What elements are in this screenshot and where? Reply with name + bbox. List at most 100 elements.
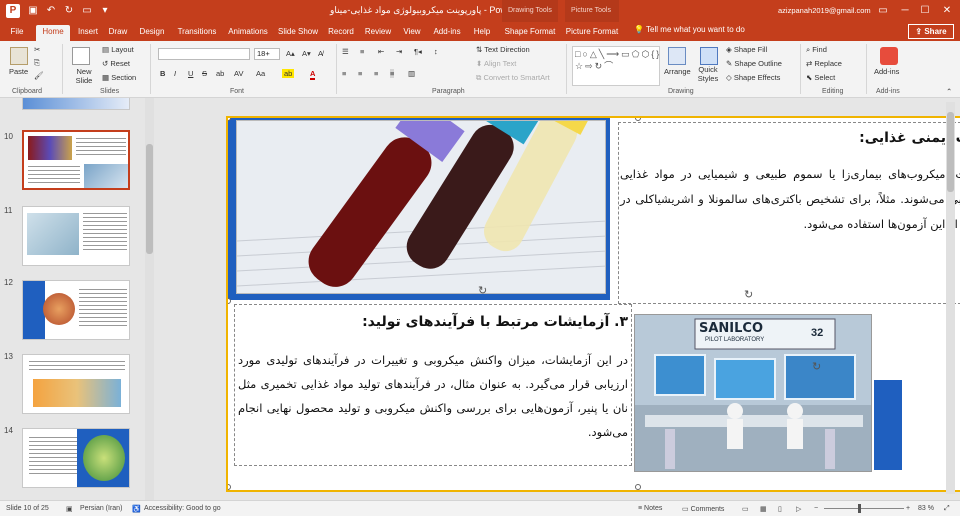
tab-insert[interactable]: Insert bbox=[74, 25, 102, 41]
arrange-icon[interactable] bbox=[668, 47, 686, 65]
customize-toolbar-icon[interactable]: ▾ bbox=[98, 4, 112, 18]
tab-animations[interactable]: Animations bbox=[226, 25, 270, 41]
normal-view-icon[interactable]: ▭ bbox=[742, 505, 749, 513]
scroll-thumb[interactable] bbox=[947, 112, 954, 192]
tab-draw[interactable]: Draw bbox=[106, 25, 130, 41]
tab-review[interactable]: Review bbox=[362, 25, 394, 41]
tab-add-ins[interactable]: Add-ins bbox=[430, 25, 464, 41]
align-center-icon[interactable]: ≡ bbox=[358, 69, 362, 78]
shapes-gallery[interactable]: □○△╲⟶▭⬠⬡{}☆⇨↻⌒ bbox=[572, 46, 660, 86]
rotate-handle-icon[interactable]: ↻ bbox=[478, 284, 487, 297]
language-indicator[interactable]: Persian (Iran) bbox=[80, 505, 122, 512]
highlight-icon[interactable]: ab bbox=[282, 69, 295, 78]
slide-thumbnail-13[interactable] bbox=[22, 354, 130, 414]
resize-handle[interactable] bbox=[228, 298, 231, 304]
decrease-font-icon[interactable]: A▾ bbox=[302, 49, 311, 58]
clear-formatting-icon[interactable]: A̸ bbox=[318, 49, 323, 58]
bullets-icon[interactable]: ☰ bbox=[342, 47, 349, 56]
align-right-icon[interactable]: ≡ bbox=[374, 69, 378, 78]
shape-fill-button[interactable]: ◈ Shape Fill bbox=[726, 45, 767, 54]
italic-button[interactable]: I bbox=[174, 69, 176, 78]
paste-button[interactable]: Paste bbox=[9, 67, 28, 76]
font-color-button[interactable]: A bbox=[310, 69, 316, 80]
slide[interactable]: ۲. آزمایشات ایمنی غذایی: در این آزمایشات… bbox=[226, 116, 960, 492]
line-spacing-icon[interactable]: ↕ bbox=[434, 47, 438, 56]
new-slide-icon[interactable] bbox=[72, 47, 90, 65]
start-from-beginning-icon[interactable]: ▭ bbox=[80, 4, 94, 18]
slide-scrollbar[interactable] bbox=[946, 102, 955, 494]
zoom-out-icon[interactable]: − bbox=[814, 505, 818, 512]
tab-slide-show[interactable]: Slide Show bbox=[276, 25, 320, 41]
select-button[interactable]: ⬉ Select bbox=[806, 73, 835, 82]
quick-styles-button[interactable]: Quick Styles bbox=[696, 65, 720, 83]
accessibility-icon[interactable]: ♿ bbox=[132, 505, 141, 513]
shape-outline-button[interactable]: ✎ Shape Outline bbox=[726, 59, 782, 68]
notes-button[interactable]: ≡ Notes bbox=[638, 505, 662, 512]
minimize-icon[interactable]: ─ bbox=[898, 4, 912, 18]
slide-thumbnail-12[interactable] bbox=[22, 280, 130, 340]
maximize-icon[interactable]: ☐ bbox=[918, 4, 932, 18]
strikethrough-button[interactable]: S bbox=[202, 69, 207, 78]
copy-icon[interactable]: ⎘ bbox=[34, 58, 40, 68]
tab-file[interactable]: File bbox=[4, 25, 30, 41]
share-button[interactable]: ⇪ Share bbox=[908, 24, 954, 39]
add-ins-icon[interactable] bbox=[880, 47, 898, 65]
zoom-slider[interactable] bbox=[824, 508, 904, 509]
redo-icon[interactable]: ↻ bbox=[62, 4, 76, 18]
accessibility-status[interactable]: Accessibility: Good to go bbox=[144, 505, 221, 512]
tab-view[interactable]: View bbox=[400, 25, 424, 41]
tab-help[interactable]: Help bbox=[470, 25, 494, 41]
tab-picture-format[interactable]: Picture Format bbox=[565, 25, 619, 41]
columns-icon[interactable]: ▥ bbox=[408, 69, 415, 78]
reset-button[interactable]: ↺ Reset bbox=[102, 59, 130, 68]
pilot-lab-image[interactable]: SANILCO PILOT LABORATORY 32 bbox=[634, 314, 872, 472]
shape-effects-button[interactable]: ◇ Shape Effects bbox=[726, 73, 780, 82]
section-button[interactable]: ▦ Section bbox=[102, 73, 136, 82]
tab-home[interactable]: Home bbox=[36, 25, 70, 41]
close-icon[interactable]: ✕ bbox=[940, 4, 954, 18]
change-case-button[interactable]: Aa bbox=[256, 69, 265, 78]
tab-record[interactable]: Record bbox=[326, 25, 356, 41]
numbering-icon[interactable]: ≡ bbox=[360, 47, 364, 56]
scroll-thumb[interactable] bbox=[146, 144, 153, 254]
text-shadow-button[interactable]: ab bbox=[216, 69, 224, 78]
comments-button[interactable]: ▭ Comments bbox=[682, 505, 724, 513]
blood-tubes-image[interactable] bbox=[236, 120, 606, 294]
thumbnail-scrollbar[interactable] bbox=[145, 98, 154, 500]
spell-check-icon[interactable]: ▣ bbox=[66, 505, 73, 513]
tell-me-search[interactable]: 💡 Tell me what you want to do bbox=[634, 25, 745, 34]
slide-thumbnail-10[interactable] bbox=[22, 130, 130, 190]
increase-font-icon[interactable]: A▴ bbox=[286, 49, 295, 58]
slide-show-icon[interactable]: ▷ bbox=[796, 505, 801, 513]
user-email[interactable]: azizpanah2019@gmail.com bbox=[778, 6, 871, 15]
rtl-icon[interactable]: ¶◂ bbox=[414, 47, 422, 56]
align-text-button[interactable]: ⬍ Align Text bbox=[476, 59, 516, 68]
slide-thumbnail-14[interactable] bbox=[22, 428, 130, 488]
zoom-in-icon[interactable]: + bbox=[906, 505, 910, 512]
ribbon-display-icon[interactable]: ▭ bbox=[876, 4, 890, 18]
tab-transitions[interactable]: Transitions bbox=[174, 25, 220, 41]
fit-to-window-icon[interactable]: ⤢ bbox=[944, 505, 950, 513]
resize-handle[interactable] bbox=[635, 484, 641, 490]
align-left-icon[interactable]: ≡ bbox=[342, 69, 346, 78]
slide-thumbnail-9[interactable] bbox=[22, 98, 130, 110]
replace-button[interactable]: ⇄ Replace bbox=[806, 59, 842, 68]
rotate-handle-icon[interactable]: ↻ bbox=[812, 360, 821, 373]
rotate-handle-icon[interactable]: ↻ bbox=[744, 288, 753, 301]
justify-icon[interactable]: ≡ bbox=[390, 69, 395, 78]
tab-shape-format[interactable]: Shape Format bbox=[502, 25, 558, 41]
bold-button[interactable]: B bbox=[160, 69, 165, 78]
zoom-level[interactable]: 83 % bbox=[918, 505, 934, 512]
resize-handle[interactable] bbox=[635, 118, 641, 121]
zoom-slider-thumb[interactable] bbox=[858, 504, 861, 513]
add-ins-button[interactable]: Add-ins bbox=[874, 67, 899, 76]
font-name-field[interactable] bbox=[158, 48, 250, 60]
collapse-ribbon-icon[interactable]: ⌃ bbox=[946, 87, 952, 96]
underline-button[interactable]: U bbox=[188, 69, 193, 78]
reading-view-icon[interactable]: ▯ bbox=[778, 505, 782, 513]
quick-styles-icon[interactable] bbox=[700, 47, 718, 65]
font-size-field[interactable]: 18+ bbox=[254, 48, 280, 60]
save-icon[interactable]: ▣ bbox=[26, 4, 40, 18]
tab-design[interactable]: Design bbox=[136, 25, 168, 41]
convert-smartart-button[interactable]: ⧉ Convert to SmartArt bbox=[476, 73, 550, 83]
